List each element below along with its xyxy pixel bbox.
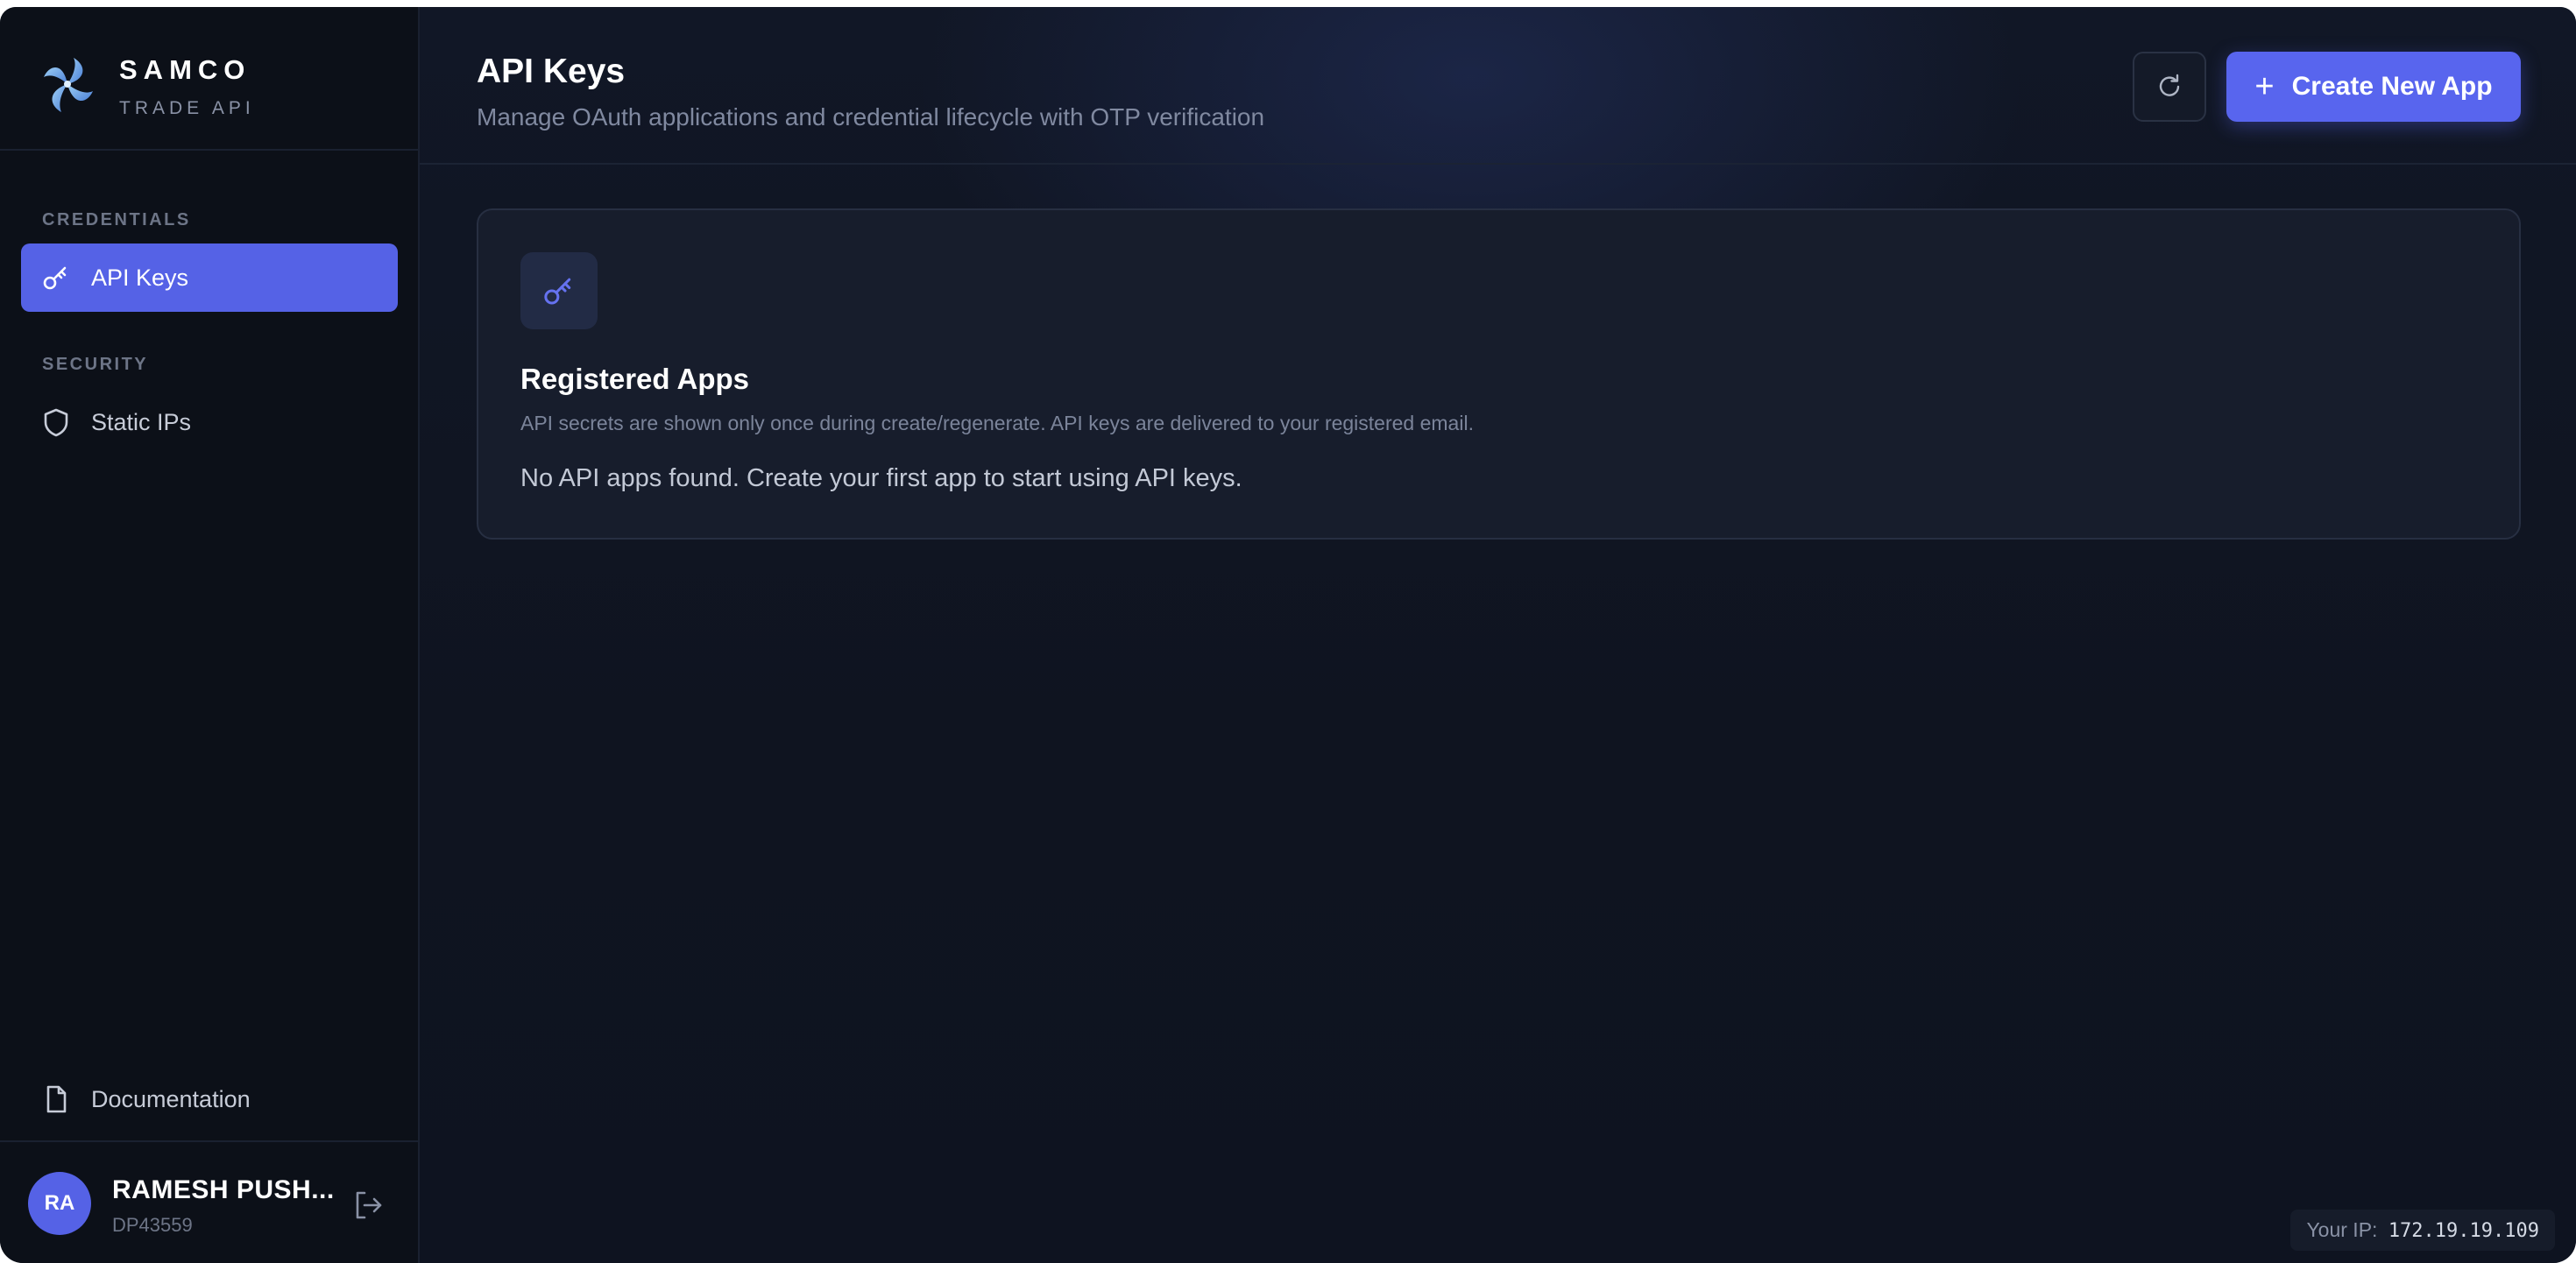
create-new-app-button[interactable]: + Create New App xyxy=(2226,52,2521,122)
app-window: SAMCO TRADE API CREDENTIALS API Keys SEC… xyxy=(0,7,2576,1263)
page-subtitle: Manage OAuth applications and credential… xyxy=(477,103,1265,131)
sidebar-item-label: Static IPs xyxy=(91,408,192,435)
logout-icon[interactable] xyxy=(350,1188,386,1223)
sidebar-item-api-keys[interactable]: API Keys xyxy=(21,243,398,312)
ip-label: Your IP: xyxy=(2306,1218,2378,1241)
brand[interactable]: SAMCO TRADE API xyxy=(0,7,418,151)
registered-apps-card: Registered Apps API secrets are shown on… xyxy=(477,208,2521,540)
sidebar-item-static-ips[interactable]: Static IPs xyxy=(21,388,398,456)
pinwheel-logo xyxy=(44,58,93,112)
main-content: API Keys Manage OAuth applications and c… xyxy=(420,7,2576,1263)
sidebar: SAMCO TRADE API CREDENTIALS API Keys SEC… xyxy=(0,7,420,1263)
create-new-app-label: Create New App xyxy=(2291,72,2493,101)
page-header: API Keys Manage OAuth applications and c… xyxy=(420,7,2576,165)
nav-section-credentials: CREDENTIALS xyxy=(42,210,191,229)
ip-value: 172.19.19.109 xyxy=(2388,1220,2539,1242)
brand-subtitle: TRADE API xyxy=(119,98,255,118)
card-icon-container xyxy=(520,252,598,329)
key-icon xyxy=(43,266,67,290)
key-icon xyxy=(544,278,571,305)
page-title: API Keys xyxy=(477,53,626,90)
shield-icon xyxy=(44,408,68,437)
nav-section-security: SECURITY xyxy=(42,355,149,374)
user-name: RAMESH PUSH... xyxy=(112,1175,335,1204)
sidebar-item-label: API Keys xyxy=(91,264,189,291)
card-title: Registered Apps xyxy=(520,363,750,395)
document-icon xyxy=(46,1085,67,1113)
sidebar-item-label: Documentation xyxy=(91,1085,251,1112)
empty-state-message: No API apps found. Create your first app… xyxy=(520,464,1242,492)
user-panel: RA RAMESH PUSH... DP43559 xyxy=(0,1140,418,1263)
brand-name: SAMCO xyxy=(119,54,251,85)
avatar[interactable]: RA xyxy=(28,1172,91,1235)
sidebar-item-documentation[interactable]: Documentation xyxy=(21,1065,398,1133)
plus-icon: + xyxy=(2254,68,2275,105)
refresh-button[interactable] xyxy=(2133,52,2206,122)
ip-badge: Your IP: 172.19.19.109 xyxy=(2290,1210,2555,1251)
user-id: DP43559 xyxy=(112,1214,193,1236)
refresh-icon xyxy=(2159,74,2180,96)
card-description: API secrets are shown only once during c… xyxy=(520,412,1474,434)
